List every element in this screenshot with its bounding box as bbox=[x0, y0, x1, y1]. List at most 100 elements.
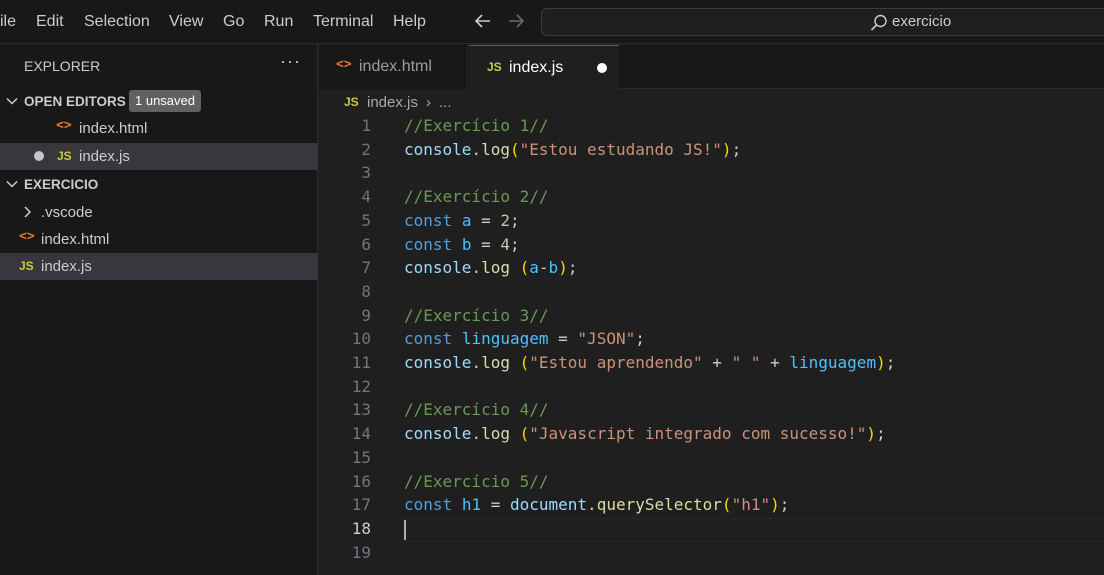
code-line[interactable]: //Exercício 3// bbox=[404, 306, 549, 325]
menu-view[interactable]: View bbox=[169, 13, 203, 31]
code-token: ) bbox=[558, 258, 568, 278]
unsaved-dot-icon[interactable] bbox=[597, 63, 607, 73]
code-line[interactable]: console.log ("Estou aprendendo" + " " + … bbox=[404, 353, 895, 372]
code-token: a bbox=[461, 210, 472, 230]
menu-run[interactable]: Run bbox=[264, 13, 293, 31]
file-label: index.js bbox=[41, 258, 92, 275]
more-actions-icon[interactable]: ··· bbox=[280, 51, 301, 72]
forward-arrow-icon[interactable] bbox=[504, 9, 528, 33]
line-number: 3 bbox=[361, 163, 371, 183]
code-token: //Exercício 1// bbox=[404, 116, 549, 135]
code-token: //Exercício 4// bbox=[404, 400, 549, 420]
open-editor-item-index-html[interactable]: <> index.html bbox=[0, 115, 318, 142]
explorer-sidebar: EXPLORER ··· OPEN EDITORS 1 unsaved <> i… bbox=[0, 45, 318, 575]
code-token: ; bbox=[567, 258, 578, 278]
code-token: console bbox=[404, 353, 472, 372]
code-token: a bbox=[529, 258, 539, 278]
tree-item-index-js[interactable]: JS index.js bbox=[0, 253, 318, 280]
menu-selection[interactable]: Selection bbox=[84, 13, 150, 31]
menu-file[interactable]: ile bbox=[0, 13, 16, 31]
html-file-icon: <> bbox=[336, 57, 352, 72]
folder-label: .vscode bbox=[41, 204, 93, 221]
open-editor-item-index-js[interactable]: JS index.js bbox=[0, 143, 318, 170]
menu-help[interactable]: Help bbox=[393, 13, 426, 31]
code-token: ) bbox=[770, 495, 780, 515]
tab-index-js[interactable]: JS index.js bbox=[469, 45, 619, 90]
workspace-header[interactable]: EXERCICIO bbox=[0, 171, 318, 198]
js-file-icon: JS bbox=[57, 149, 72, 163]
code-token: + bbox=[760, 353, 790, 372]
breadcrumb-symbols[interactable]: ... bbox=[439, 94, 452, 111]
line-number: 13 bbox=[351, 400, 371, 420]
code-token: " " bbox=[731, 353, 761, 372]
code-line[interactable]: console.log ("Javascript integrado com s… bbox=[404, 424, 886, 443]
code-token: = bbox=[481, 495, 510, 515]
code-token: ( bbox=[519, 258, 530, 278]
code-line[interactable]: const h1 = document.querySelector("h1"); bbox=[404, 495, 789, 514]
menu-go[interactable]: Go bbox=[223, 13, 244, 31]
code-line[interactable]: const linguagem = "JSON"; bbox=[404, 329, 645, 348]
code-token: ; bbox=[510, 234, 520, 254]
line-number: 12 bbox=[351, 376, 371, 396]
tab-label: index.html bbox=[359, 58, 432, 75]
line-number: 18 bbox=[351, 518, 371, 538]
explorer-title: EXPLORER bbox=[24, 58, 101, 74]
code-line[interactable]: console.log("Estou estudando JS!"); bbox=[404, 140, 741, 159]
code-line[interactable]: console.log (a-b); bbox=[404, 258, 577, 277]
code-token: = bbox=[548, 329, 578, 349]
code-token: "Estou estudando JS!" bbox=[519, 139, 722, 159]
code-token: ) bbox=[866, 424, 877, 444]
code-token: log bbox=[481, 139, 510, 159]
code-token: . bbox=[471, 258, 482, 278]
code-token: ; bbox=[731, 139, 742, 159]
code-token: ) bbox=[721, 139, 732, 159]
code-line[interactable]: const a = 2; bbox=[404, 211, 520, 230]
line-number: 14 bbox=[351, 424, 371, 444]
line-number: 7 bbox=[361, 258, 371, 278]
open-editor-label: index.js bbox=[79, 148, 130, 165]
line-number: 1 bbox=[361, 116, 371, 135]
breadcrumb-file[interactable]: index.js bbox=[367, 94, 418, 111]
file-label: index.html bbox=[41, 231, 110, 248]
editor-tabs: <> index.html JS index.js bbox=[319, 45, 1104, 90]
code-token: ) bbox=[876, 353, 886, 372]
code-token: document bbox=[509, 495, 588, 515]
breadcrumb-separator: › bbox=[426, 94, 431, 111]
back-arrow-icon[interactable] bbox=[471, 9, 495, 33]
code-line[interactable]: //Exercício 5// bbox=[404, 472, 549, 491]
code-token: "h1" bbox=[731, 495, 771, 515]
tree-item-index-html[interactable]: <> index.html bbox=[0, 226, 318, 253]
command-center-search[interactable]: exercicio bbox=[541, 8, 1104, 36]
code-token: log bbox=[481, 353, 510, 372]
code-line[interactable]: const b = 4; bbox=[404, 235, 520, 254]
code-line[interactable]: //Exercício 4// bbox=[404, 400, 549, 419]
tab-label: index.js bbox=[509, 59, 564, 76]
code-line[interactable]: //Exercício 2// bbox=[404, 187, 549, 206]
chevron-down-icon bbox=[6, 180, 18, 188]
code-token: ( bbox=[509, 139, 520, 159]
html-file-icon: <> bbox=[56, 118, 72, 133]
search-text: exercicio bbox=[892, 13, 952, 30]
code-token: const bbox=[404, 234, 453, 254]
code-token: b bbox=[461, 234, 472, 254]
code-token: linguagem bbox=[461, 329, 549, 349]
line-number: 19 bbox=[351, 542, 371, 562]
code-token: . bbox=[471, 424, 482, 444]
menu-edit[interactable]: Edit bbox=[36, 13, 64, 31]
code-token: 4 bbox=[500, 234, 510, 254]
open-editors-header[interactable]: OPEN EDITORS 1 unsaved bbox=[0, 88, 318, 115]
code-editor[interactable]: 1 2 3 4 5 6 7 8 9 10 11 12 13 14 15 16 17 18 19 //Exercíci… bbox=[319, 114, 1104, 575]
open-editor-label: index.html bbox=[79, 120, 148, 137]
line-number: 8 bbox=[361, 281, 371, 301]
chevron-down-icon bbox=[6, 97, 18, 105]
code-token: + bbox=[702, 353, 732, 372]
text-cursor bbox=[404, 520, 406, 540]
code-token: "JSON" bbox=[577, 329, 636, 349]
menu-terminal[interactable]: Terminal bbox=[313, 13, 373, 31]
tree-item-vscode[interactable]: .vscode bbox=[0, 199, 318, 226]
js-file-icon: JS bbox=[344, 95, 359, 109]
code-line[interactable]: //Exercício 1// bbox=[404, 116, 549, 135]
tab-index-html[interactable]: <> index.html bbox=[319, 45, 468, 89]
code-token: const bbox=[404, 495, 453, 515]
